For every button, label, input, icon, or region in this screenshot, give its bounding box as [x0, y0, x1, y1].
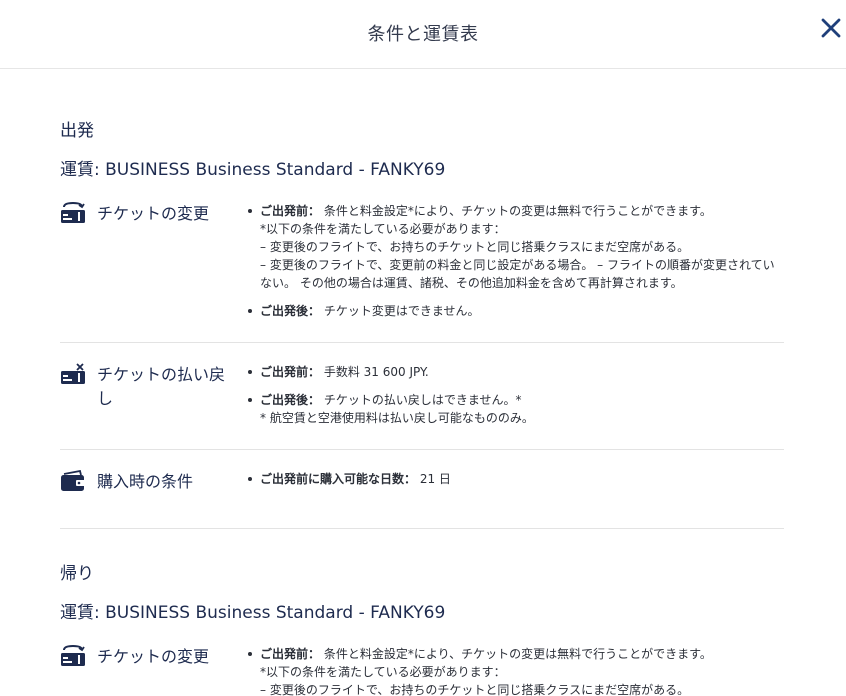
- rule-label: チケットの変更: [97, 204, 210, 223]
- fare-title-return: 運賃: BUSINESS Business Standard - FANKY69: [60, 603, 446, 623]
- section-heading-outbound: 出発: [60, 121, 94, 141]
- rule-label-wrap: チケットの変更: [60, 645, 246, 696]
- rule-details: ご出発前： 条件と料金設定*により、チケットの変更は無料で行うことができます。 …: [246, 202, 784, 330]
- bullet-lead: ご出発前：: [260, 204, 321, 218]
- bullet-lead: ご出発前：: [260, 365, 321, 379]
- rule-label: チケットの払い戻し: [97, 365, 226, 408]
- rule-ticket-change-return: チケットの変更 ご出発前： 条件と料金設定*により、チケットの変更は無料で行うこ…: [60, 645, 784, 696]
- bullet-text: チケットの払い戻しはできません。*: [323, 393, 522, 407]
- list-item: ご出発前： 条件と料金設定*により、チケットの変更は無料で行うことができます。 …: [246, 202, 784, 292]
- close-button[interactable]: [820, 17, 842, 39]
- section-heading-return: 帰り: [60, 564, 94, 584]
- list-item: ご出発前に購入可能な日数： 21 日: [246, 470, 784, 488]
- ticket-change-icon: [61, 202, 85, 223]
- close-icon: [821, 18, 841, 38]
- fare-title-outbound: 運賃: BUSINESS Business Standard - FANKY69: [60, 160, 446, 180]
- list-item: ご出発前： 手数料 31 600 JPY.: [246, 363, 784, 381]
- wallet-icon: [61, 470, 85, 491]
- ticket-change-icon: [61, 645, 85, 666]
- bullet-text: – 変更後のフライトで、お持ちのチケットと同じ搭乗クラスにまだ空席がある。: [260, 240, 690, 254]
- fare-conditions-modal: 条件と運賃表 出発 運賃: BUSINESS Business Standard…: [0, 0, 846, 696]
- bullet-text: 手数料 31 600 JPY.: [323, 365, 429, 379]
- rule-label-wrap: 購入時の条件: [60, 470, 246, 498]
- list-item: ご出発後： チケットの払い戻しはできません。* * 航空賃と空港使用料は払い戻し…: [246, 391, 784, 427]
- bullet-lead: ご出発前に購入可能な日数：: [260, 472, 417, 486]
- modal-content: 出発 運賃: BUSINESS Business Standard - FANK…: [0, 69, 846, 696]
- rule-purchase-conditions: 購入時の条件 ご出発前に購入可能な日数： 21 日: [60, 450, 784, 528]
- modal-title: 条件と運賃表: [367, 24, 479, 45]
- bullet-text: 条件と料金設定*により、チケットの変更は無料で行うことができます。: [323, 647, 712, 661]
- rule-ticket-change: チケットの変更 ご出発前： 条件と料金設定*により、チケットの変更は無料で行うこ…: [60, 202, 784, 343]
- bullet-text: チケット変更はできません。: [323, 304, 480, 318]
- modal-scroll-area[interactable]: 出発 運賃: BUSINESS Business Standard - FANK…: [0, 69, 846, 696]
- bullet-text: *以下の条件を満たしている必要があります：: [260, 222, 506, 236]
- bullet-lead: ご出発前：: [260, 647, 321, 661]
- bullet-text: – 変更後のフライトで、お持ちのチケットと同じ搭乗クラスにまだ空席がある。: [260, 683, 690, 696]
- ticket-refund-icon: [61, 363, 85, 384]
- rule-details: ご出発前に購入可能な日数： 21 日: [246, 470, 784, 498]
- bullet-text: 条件と料金設定*により、チケットの変更は無料で行うことができます。: [323, 204, 712, 218]
- bullet-lead: ご出発後：: [260, 393, 321, 407]
- rule-details: ご出発前： 手数料 31 600 JPY. ご出発後： チケットの払い戻しはでき…: [246, 363, 784, 437]
- bullet-text: * 航空賃と空港使用料は払い戻し可能なもののみ。: [260, 411, 534, 425]
- bullet-text: 21 日: [419, 472, 451, 486]
- rule-ticket-refund: チケットの払い戻し ご出発前： 手数料 31 600 JPY. ご出発後： チケ…: [60, 343, 784, 450]
- list-item: ご出発前： 条件と料金設定*により、チケットの変更は無料で行うことができます。 …: [246, 645, 784, 696]
- rule-details: ご出発前： 条件と料金設定*により、チケットの変更は無料で行うことができます。 …: [246, 645, 784, 696]
- modal-header: 条件と運賃表: [0, 0, 846, 69]
- rule-label-wrap: チケットの変更: [60, 202, 246, 330]
- bullet-lead: ご出発後：: [260, 304, 321, 318]
- rule-label: 購入時の条件: [97, 472, 194, 491]
- rule-label: チケットの変更: [97, 647, 210, 666]
- bullet-text: *以下の条件を満たしている必要があります：: [260, 665, 506, 679]
- rule-label-wrap: チケットの払い戻し: [60, 363, 246, 437]
- list-item: ご出発後： チケット変更はできません。: [246, 302, 784, 320]
- bullet-text: – 変更後のフライトで、変更前の料金と同じ設定がある場合。 – フライトの順番が…: [260, 258, 775, 290]
